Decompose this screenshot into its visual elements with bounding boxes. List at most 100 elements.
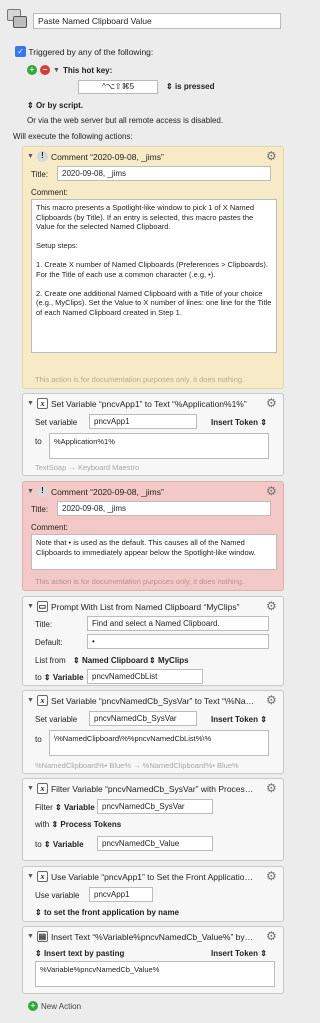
with-label: with ⇕ Process Tokens — [35, 820, 122, 829]
variable-icon: x — [36, 398, 48, 409]
new-action-button[interactable]: + New Action — [28, 1001, 81, 1011]
to-label: to ⇕ Variable — [35, 673, 84, 682]
new-action-label: New Action — [41, 1001, 82, 1011]
hotkey-trigger-row: + − ▼ This hot key: — [27, 65, 112, 75]
variable-name-field[interactable]: pncvApp1 — [89, 414, 197, 429]
disclosure-triangle-icon[interactable]: ▼ — [27, 933, 34, 940]
action-header[interactable]: ▼ x Use Variable “pncvApp1” to Set the F… — [27, 871, 265, 882]
variable-icon: x — [36, 871, 48, 882]
to-label: to — [35, 735, 42, 744]
will-execute-label: Will execute the following actions: — [13, 132, 133, 141]
documentation-note: This action is for documentation purpose… — [35, 577, 245, 586]
comment-action-2[interactable]: ▼ ! Comment “2020-09-08, _jims” ⚙ Title:… — [22, 481, 284, 591]
textsoap-note: TextSoap → Keyboard Maestro — [35, 463, 140, 472]
hotkey-label: This hot key: — [62, 65, 113, 75]
action-header[interactable]: ▼ x Set Variable “pncvApp1” to Text “%Ap… — [27, 398, 265, 409]
disclosure-triangle-icon[interactable]: ▼ — [27, 785, 34, 792]
list-source-popup[interactable]: ⇕ Named Clipboard — [73, 656, 148, 665]
action-header[interactable]: ▼ ▤ Insert Text “%Variable%pncvNamedCb_V… — [27, 931, 265, 942]
insert-text-action[interactable]: ▼ ▤ Insert Text “%Variable%pncvNamedCb_V… — [22, 926, 284, 994]
insert-mode-popup[interactable]: ⇕ Insert text by pasting — [35, 949, 124, 958]
variable-name-field[interactable]: pncvApp1 — [89, 887, 153, 902]
to-label: to ⇕ Variable — [35, 840, 84, 849]
disclosure-triangle-icon[interactable]: ▼ — [27, 603, 34, 610]
default-label: Default: — [35, 638, 63, 647]
gear-icon[interactable]: ⚙ — [266, 930, 278, 942]
action-header[interactable]: ▼ ▭ Prompt With List from Named Clipboar… — [27, 601, 265, 612]
gear-icon[interactable]: ⚙ — [266, 782, 278, 794]
variable-icon: x — [36, 783, 48, 794]
comment-icon: ! — [36, 486, 48, 497]
gear-icon[interactable]: ⚙ — [266, 397, 278, 409]
list-from-label: List from — [35, 656, 66, 665]
action-header[interactable]: ▼ x Set Variable “pncvNamedCb_SysVar” to… — [27, 695, 265, 706]
title-label: Title: — [31, 170, 49, 179]
use-variable-label: Use variable — [35, 891, 80, 900]
comment-icon: ! — [36, 151, 48, 162]
gear-icon[interactable]: ⚙ — [266, 694, 278, 706]
or-by-script-popup[interactable]: ⇕ Or by script. — [27, 101, 83, 110]
action-header[interactable]: ▼ ! Comment “2020-09-08, _jims” — [27, 151, 265, 162]
target-variable-field[interactable]: pncvNamedCbList — [87, 669, 203, 684]
macro-icon — [5, 7, 29, 31]
preview-note: %NamedClipboard%• Blue% → %NamedClipboar… — [35, 761, 239, 770]
target-variable-field[interactable]: pncvNamedCb_Value — [97, 836, 213, 851]
comment-textarea[interactable]: This macro presents a Spotlight-like win… — [31, 199, 277, 353]
plus-icon: + — [28, 1001, 38, 1011]
filter-variable-action[interactable]: ▼ x Filter Variable “pncvNamedCb_SysVar”… — [22, 778, 284, 861]
insert-text-field[interactable]: %Variable%pncvNamedCb_Value% — [35, 961, 275, 987]
use-variable-action[interactable]: ▼ x Use Variable “pncvApp1” to Set the F… — [22, 866, 284, 922]
clipboard-icon: ▤ — [36, 931, 48, 942]
disclosure-triangle-icon[interactable]: ▼ — [27, 873, 34, 880]
comment-action-1[interactable]: ▼ ! Comment “2020-09-08, _jims” ⚙ Title:… — [22, 146, 284, 389]
filter-variable-field[interactable]: pncvNamedCb_SysVar — [97, 799, 213, 814]
clipboard-name-popup[interactable]: ⇕ MyClips — [149, 656, 189, 665]
action-title: Set Variable “pncvNamedCb_SysVar” to Tex… — [50, 695, 255, 706]
title-label: Title: — [35, 620, 53, 629]
title-label: Title: — [31, 505, 49, 514]
hotkey-field[interactable]: ^⌥⇧⌘5 — [78, 80, 158, 94]
variable-icon: x — [36, 695, 48, 706]
comment-label: Comment: — [31, 188, 68, 197]
remove-trigger-icon[interactable]: − — [40, 65, 50, 75]
set-variable-action-1[interactable]: ▼ x Set Variable “pncvApp1” to Text “%Ap… — [22, 393, 284, 476]
insert-token-popup[interactable]: Insert Token ⇕ — [211, 715, 267, 724]
action-title: Filter Variable “pncvNamedCb_SysVar” wit… — [50, 783, 254, 794]
pressed-popup[interactable]: ⇕ is pressed — [166, 82, 215, 91]
macro-name-field[interactable]: Paste Named Clipboard Value — [33, 13, 281, 29]
comment-title-field[interactable]: 2020-09-08, _jims — [57, 166, 271, 181]
prompt-with-list-action[interactable]: ▼ ▭ Prompt With List from Named Clipboar… — [22, 596, 284, 686]
checkbox-checked-icon[interactable]: ✓ — [15, 46, 26, 58]
comment-title-field[interactable]: 2020-09-08, _jims — [57, 501, 271, 516]
to-label: to — [35, 437, 42, 446]
add-trigger-icon[interactable]: + — [27, 65, 37, 75]
disclosure-triangle-icon[interactable]: ▼ — [27, 400, 34, 407]
disclosure-triangle-icon[interactable]: ▼ — [53, 67, 60, 74]
comment-textarea[interactable]: Note that • is used as the default. This… — [31, 534, 277, 570]
disclosure-triangle-icon[interactable]: ▼ — [27, 488, 34, 495]
gear-icon[interactable]: ⚙ — [266, 870, 278, 882]
action-title: Set Variable “pncvApp1” to Text “%Applic… — [50, 398, 247, 409]
text-value-field[interactable]: %Application%1% — [49, 433, 269, 459]
insert-token-popup[interactable]: Insert Token ⇕ — [211, 418, 267, 427]
disclosure-triangle-icon[interactable]: ▼ — [27, 697, 34, 704]
action-title: Use Variable “pncvApp1” to Set the Front… — [50, 871, 253, 882]
comment-label: Comment: — [31, 523, 68, 532]
disclosure-triangle-icon[interactable]: ▼ — [27, 153, 34, 160]
action-title: Comment “2020-09-08, _jims” — [50, 151, 164, 162]
gear-icon[interactable]: ⚙ — [266, 485, 278, 497]
set-variable-action-2[interactable]: ▼ x Set Variable “pncvNamedCb_SysVar” to… — [22, 690, 284, 774]
action-header[interactable]: ▼ ! Comment “2020-09-08, _jims” — [27, 486, 265, 497]
gear-icon[interactable]: ⚙ — [266, 600, 278, 612]
set-front-app-popup[interactable]: ⇕ to set the front application by name — [35, 908, 179, 917]
gear-icon[interactable]: ⚙ — [266, 150, 278, 162]
text-value-field[interactable]: \%NamedClipboard\%%pncvNamedCbList%\% — [49, 730, 269, 756]
default-field[interactable]: • — [87, 634, 269, 649]
action-header[interactable]: ▼ x Filter Variable “pncvNamedCb_SysVar”… — [27, 783, 265, 794]
variable-name-field[interactable]: pncvNamedCb_SysVar — [89, 711, 197, 726]
documentation-note: This action is for documentation purpose… — [35, 375, 245, 384]
prompt-title-field[interactable]: Find and select a Named Clipboard. — [87, 616, 269, 631]
window-icon: ▭ — [36, 601, 48, 612]
insert-token-popup[interactable]: Insert Token ⇕ — [211, 949, 267, 958]
triggered-checkbox-row[interactable]: ✓ Triggered by any of the following: — [15, 46, 153, 58]
